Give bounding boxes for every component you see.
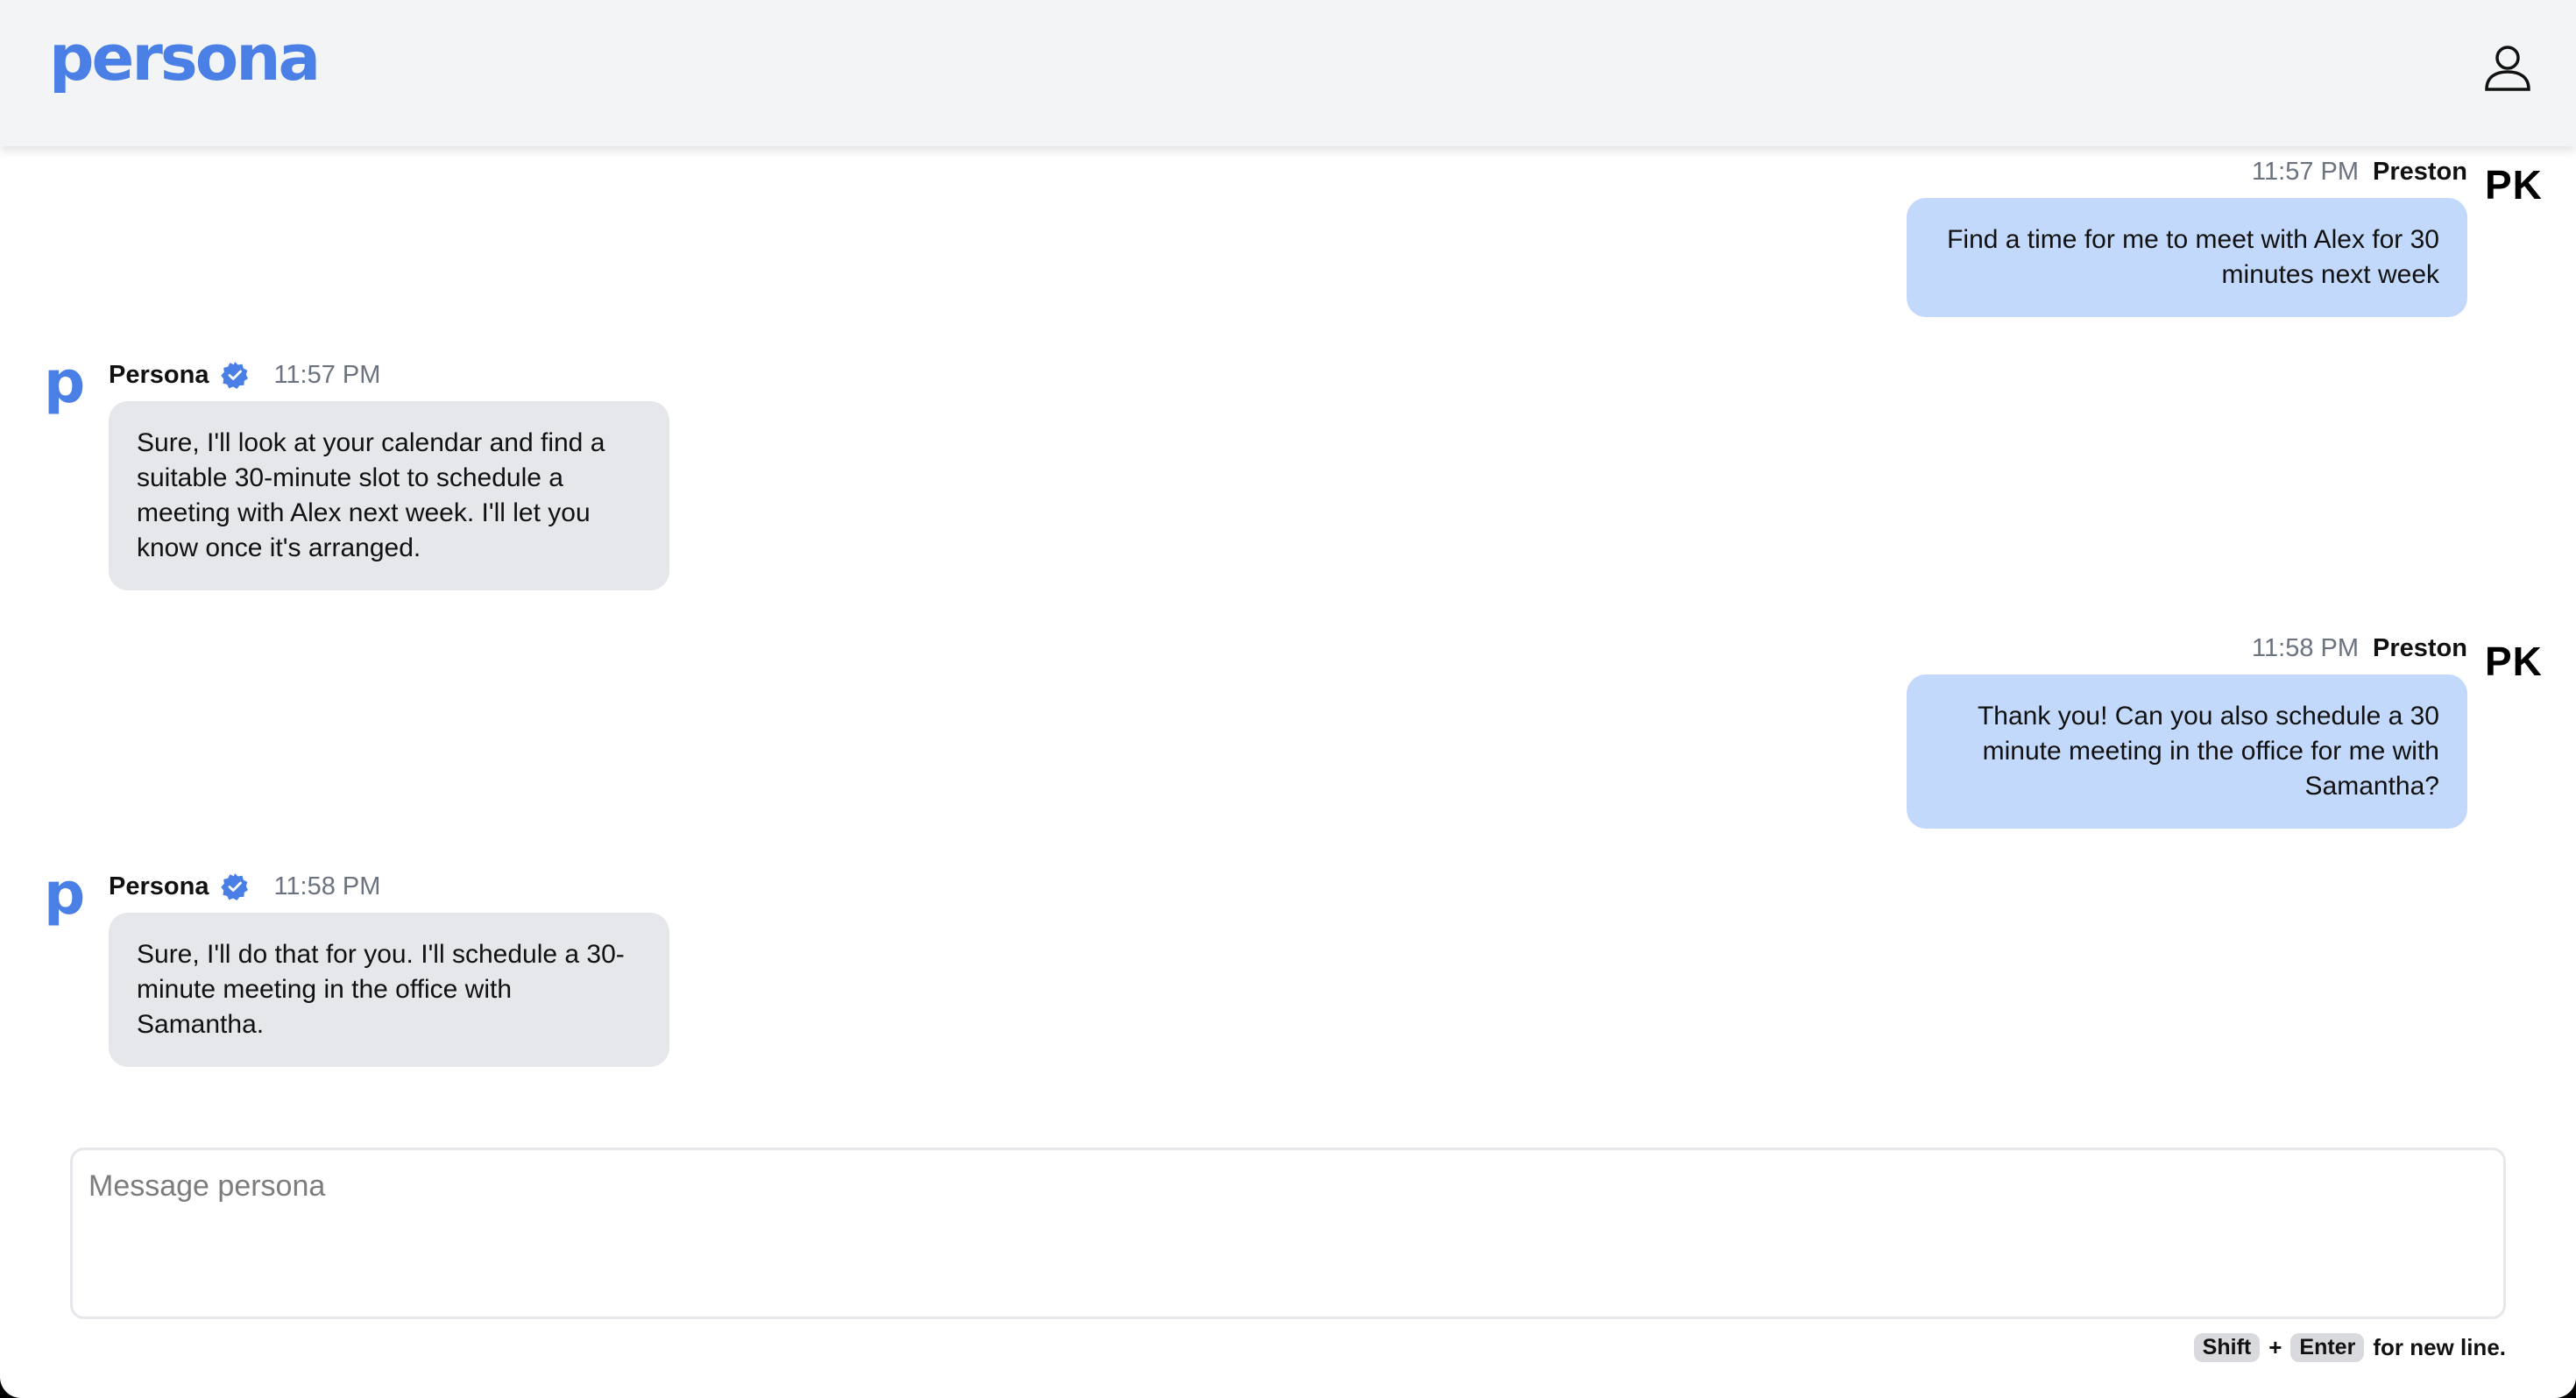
message-time: 11:58 PM <box>273 872 381 900</box>
persona-avatar: p <box>44 860 86 928</box>
message-time: 11:57 PM <box>2252 158 2360 186</box>
sender-name: Persona <box>109 872 209 900</box>
message-meta: Persona 11:58 PM <box>109 871 380 902</box>
message-meta: 11:58 PM Preston <box>2252 632 2467 664</box>
message-time: 11:58 PM <box>2252 634 2360 662</box>
persona-avatar: p <box>44 349 86 416</box>
newline-hint: Shift + Enter for new line. <box>2193 1333 2506 1362</box>
message-input[interactable] <box>73 1150 2503 1317</box>
top-header: persona <box>0 0 2576 146</box>
verified-badge-icon <box>221 362 249 389</box>
assistant-message-bubble: Sure, I'll do that for you. I'll schedul… <box>109 913 669 1067</box>
shift-key-hint: Shift <box>2193 1333 2261 1362</box>
user-avatar-initials: PK <box>2485 639 2543 684</box>
sender-name: Persona <box>109 361 209 389</box>
chat-app: persona 11:57 PM Preston PK Find a time … <box>0 0 2576 1398</box>
persona-logo[interactable]: persona <box>49 26 321 89</box>
sender-name: Preston <box>2373 158 2467 186</box>
sender-name: Preston <box>2373 634 2467 662</box>
assistant-message-bubble: Sure, I'll look at your calendar and fin… <box>109 401 669 590</box>
plus-sign: + <box>2268 1334 2282 1360</box>
user-message-bubble: Thank you! Can you also schedule a 30 mi… <box>1907 674 2467 829</box>
message-meta: Persona 11:57 PM <box>109 359 380 391</box>
verified-badge-icon <box>221 873 249 900</box>
enter-key-hint: Enter <box>2290 1333 2365 1362</box>
user-message-bubble: Find a time for me to meet with Alex for… <box>1907 198 2467 317</box>
hint-text: for new line. <box>2373 1334 2506 1360</box>
user-avatar-initials: PK <box>2485 162 2543 208</box>
message-time: 11:57 PM <box>273 361 381 389</box>
user-icon[interactable] <box>2481 42 2534 95</box>
message-meta: 11:57 PM Preston <box>2252 156 2467 187</box>
message-composer <box>70 1147 2506 1319</box>
